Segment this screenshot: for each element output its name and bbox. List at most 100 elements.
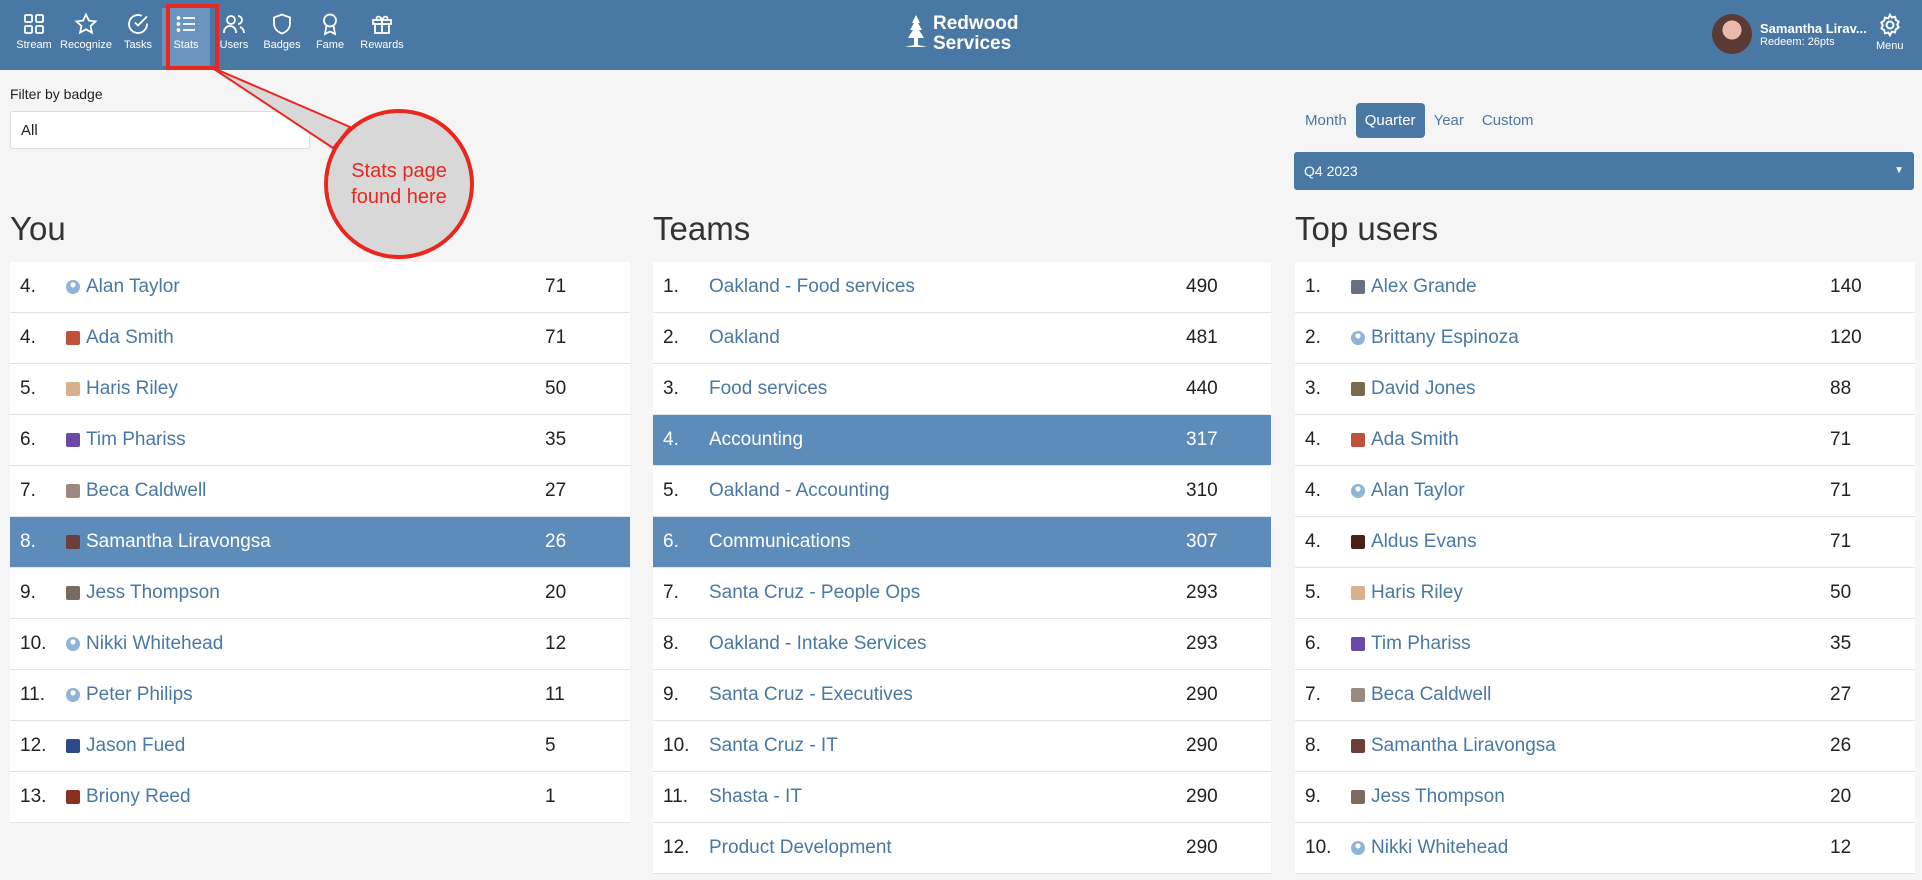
score-value: 490 bbox=[1186, 276, 1218, 297]
entry-link[interactable]: Oakland - Food services bbox=[703, 276, 1186, 298]
top-users-ranking-table: 1. Alex Grande 140 2. Brittany Espinoza 120 3.… bbox=[1295, 262, 1915, 874]
entry-link[interactable]: Food services bbox=[703, 378, 1186, 400]
entry-name: Samantha Liravongsa bbox=[86, 531, 271, 552]
tab-quarter[interactable]: Quarter bbox=[1355, 103, 1425, 138]
table-row: 12. Jason Fued 5 bbox=[10, 721, 630, 772]
entry-name: Aldus Evans bbox=[1371, 531, 1477, 552]
entry-link[interactable]: Alan Taylor bbox=[60, 276, 545, 298]
rank-number: 7. bbox=[663, 582, 679, 603]
entry-link[interactable]: Ada Smith bbox=[60, 327, 545, 349]
entry-name: Tim Phariss bbox=[86, 429, 186, 450]
table-row: 2. Brittany Espinoza 120 bbox=[1295, 313, 1915, 364]
entry-name: Oakland - Accounting bbox=[709, 480, 890, 501]
entry-link[interactable]: Beca Caldwell bbox=[1345, 684, 1830, 706]
annotation-highlight-box bbox=[166, 4, 219, 70]
score-value: 71 bbox=[545, 327, 567, 348]
tab-month[interactable]: Month bbox=[1296, 103, 1356, 138]
table-row: 9. Santa Cruz - Executives 290 bbox=[653, 670, 1271, 721]
avatar bbox=[1351, 280, 1365, 294]
avatar bbox=[1351, 382, 1365, 396]
entry-link[interactable]: Nikki Whitehead bbox=[60, 633, 545, 655]
entry-name: Alan Taylor bbox=[86, 276, 180, 297]
entry-link[interactable]: Jason Fued bbox=[60, 735, 545, 757]
entry-link[interactable]: Beca Caldwell bbox=[60, 480, 545, 502]
entry-link[interactable]: Samantha Liravongsa bbox=[60, 531, 545, 553]
teams-column: Teams 1. Oakland - Food services 490 2. Oakl… bbox=[653, 210, 1271, 874]
entry-link[interactable]: Brittany Espinoza bbox=[1345, 327, 1830, 349]
entry-name: Beca Caldwell bbox=[1371, 684, 1492, 705]
quarter-select[interactable]: Q4 2023 ▼ bbox=[1294, 152, 1914, 190]
table-row: 7. Beca Caldwell 27 bbox=[1295, 670, 1915, 721]
menu-button[interactable]: Menu bbox=[1876, 12, 1904, 52]
entry-link[interactable]: Tim Phariss bbox=[60, 429, 545, 451]
user-points: Redeem: 26pts bbox=[1760, 35, 1835, 48]
avatar bbox=[1351, 841, 1365, 855]
score-value: 26 bbox=[545, 531, 567, 552]
score-value: 35 bbox=[545, 429, 567, 450]
entry-link[interactable]: David Jones bbox=[1345, 378, 1830, 400]
entry-name: Haris Riley bbox=[86, 378, 178, 399]
avatar bbox=[66, 586, 80, 600]
entry-link[interactable]: Jess Thompson bbox=[60, 582, 545, 604]
brand-name-line2: Services bbox=[933, 33, 1012, 54]
period-tabs: Month Quarter Year Custom bbox=[1296, 103, 1543, 138]
tab-year[interactable]: Year bbox=[1425, 103, 1473, 138]
entry-link[interactable]: Santa Cruz - People Ops bbox=[703, 582, 1186, 604]
entry-link[interactable]: Oakland bbox=[703, 327, 1186, 349]
quarter-select-value: Q4 2023 bbox=[1304, 163, 1358, 179]
entry-link[interactable]: Alex Grande bbox=[1345, 276, 1830, 298]
rank-number: 6. bbox=[1305, 633, 1321, 654]
score-value: 140 bbox=[1830, 276, 1862, 297]
entry-link[interactable]: Santa Cruz - IT bbox=[703, 735, 1186, 757]
rank-number: 4. bbox=[1305, 429, 1321, 450]
user-profile[interactable]: Samantha Lirav... Redeem: 26pts bbox=[1712, 14, 1867, 54]
rank-number: 6. bbox=[663, 531, 679, 552]
table-row: 5. Haris Riley 50 bbox=[1295, 568, 1915, 619]
score-value: 307 bbox=[1186, 531, 1218, 552]
entry-link[interactable]: Nikki Whitehead bbox=[1345, 837, 1830, 859]
score-value: 27 bbox=[545, 480, 567, 501]
entry-link[interactable]: Communications bbox=[703, 531, 1186, 553]
entry-link[interactable]: Ada Smith bbox=[1345, 429, 1830, 451]
entry-link[interactable]: Alan Taylor bbox=[1345, 480, 1830, 502]
entry-link[interactable]: Briony Reed bbox=[60, 786, 545, 808]
table-row: 4. Alan Taylor 71 bbox=[10, 262, 630, 313]
avatar bbox=[66, 535, 80, 549]
brand-logo[interactable]: Redwood Services bbox=[905, 14, 1019, 54]
entry-link[interactable]: Samantha Liravongsa bbox=[1345, 735, 1830, 757]
entry-link[interactable]: Tim Phariss bbox=[1345, 633, 1830, 655]
rank-number: 9. bbox=[1305, 786, 1321, 807]
entry-link[interactable]: Peter Philips bbox=[60, 684, 545, 706]
rank-number: 5. bbox=[663, 480, 679, 501]
entry-link[interactable]: Aldus Evans bbox=[1345, 531, 1830, 553]
entry-link[interactable]: Jess Thompson bbox=[1345, 786, 1830, 808]
entry-name: Santa Cruz - IT bbox=[709, 735, 838, 756]
entry-link[interactable]: Oakland - Accounting bbox=[703, 480, 1186, 502]
entry-name: Oakland - Food services bbox=[709, 276, 915, 297]
entry-link[interactable]: Shasta - IT bbox=[703, 786, 1186, 808]
table-row: 11. Shasta - IT 290 bbox=[653, 772, 1271, 823]
table-row: 6. Tim Phariss 35 bbox=[1295, 619, 1915, 670]
tab-custom[interactable]: Custom bbox=[1473, 103, 1543, 138]
entry-name: Briony Reed bbox=[86, 786, 191, 807]
table-row: 8. Samantha Liravongsa 26 bbox=[1295, 721, 1915, 772]
avatar bbox=[66, 739, 80, 753]
entry-link[interactable]: Product Development bbox=[703, 837, 1186, 859]
avatar bbox=[66, 280, 80, 294]
score-value: 20 bbox=[1830, 786, 1852, 807]
entry-name: Beca Caldwell bbox=[86, 480, 207, 501]
rank-number: 8. bbox=[663, 633, 679, 654]
teams-ranking-table: 1. Oakland - Food services 490 2. Oakland 481… bbox=[653, 262, 1271, 874]
entry-link[interactable]: Santa Cruz - Executives bbox=[703, 684, 1186, 706]
entry-name: Ada Smith bbox=[86, 327, 174, 348]
table-row: 4. Aldus Evans 71 bbox=[1295, 517, 1915, 568]
rank-number: 8. bbox=[20, 531, 36, 552]
entry-link[interactable]: Oakland - Intake Services bbox=[703, 633, 1186, 655]
table-row: 8. Oakland - Intake Services 293 bbox=[653, 619, 1271, 670]
table-row: 9. Jess Thompson 20 bbox=[10, 568, 630, 619]
annotation-text: Stats page found here bbox=[326, 158, 472, 210]
entry-link[interactable]: Accounting bbox=[703, 429, 1186, 451]
entry-link[interactable]: Haris Riley bbox=[1345, 582, 1830, 604]
entry-link[interactable]: Haris Riley bbox=[60, 378, 545, 400]
score-value: 50 bbox=[1830, 582, 1852, 603]
